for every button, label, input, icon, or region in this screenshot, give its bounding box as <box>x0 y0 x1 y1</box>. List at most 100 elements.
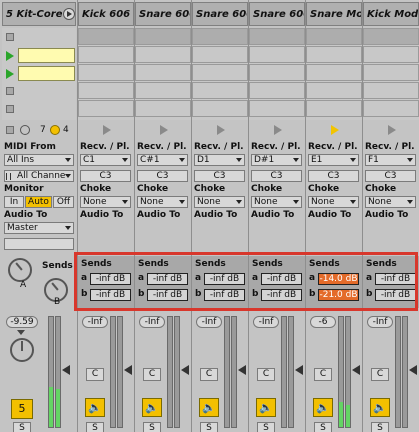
track-play-status-icon[interactable] <box>159 125 168 135</box>
monitor-in-button[interactable]: In <box>4 196 24 208</box>
clip-slot[interactable] <box>249 82 305 99</box>
clip-slot[interactable] <box>249 64 305 81</box>
track-play-status-icon[interactable] <box>387 125 396 135</box>
play-note-field[interactable]: C3 <box>194 170 245 182</box>
speaker-icon[interactable]: 🔈 <box>256 398 276 417</box>
track-header[interactable]: Kick 606 <box>78 2 134 26</box>
clip-slot[interactable] <box>78 100 134 117</box>
clip-slot[interactable] <box>249 100 305 117</box>
audio-to-channel-field[interactable] <box>4 238 74 250</box>
volume-fader-icon[interactable] <box>62 365 70 375</box>
cue-button[interactable]: C <box>86 368 104 381</box>
audio-to-dropdown[interactable]: Master <box>4 222 74 234</box>
track-header[interactable]: Snare Mo <box>306 2 362 26</box>
clip-slot[interactable] <box>363 64 419 81</box>
volume-fader-icon[interactable] <box>352 365 360 375</box>
volume-fader-icon[interactable] <box>124 365 132 375</box>
track-play-status-icon[interactable] <box>102 125 111 135</box>
send-b-value[interactable]: -inf dB <box>204 289 245 301</box>
choke-dropdown[interactable]: None <box>80 196 131 208</box>
volume-fader-icon[interactable] <box>238 365 246 375</box>
choke-dropdown[interactable]: None <box>137 196 188 208</box>
clip-slot[interactable] <box>306 82 362 99</box>
choke-dropdown[interactable]: None <box>365 196 416 208</box>
clip-slot[interactable] <box>78 28 134 45</box>
clip-slot[interactable] <box>192 46 248 63</box>
track-header[interactable]: Snare 606 <box>192 2 248 26</box>
volume-field[interactable]: -Inf <box>367 316 393 328</box>
play-note-field[interactable]: C3 <box>251 170 302 182</box>
recv-note-dropdown[interactable]: F1 <box>365 154 416 166</box>
recv-note-dropdown[interactable]: C1 <box>80 154 131 166</box>
cue-button[interactable]: C <box>143 368 161 381</box>
volume-fader-icon[interactable] <box>409 365 417 375</box>
send-b-value[interactable]: -inf dB <box>90 289 131 301</box>
clip-slot[interactable] <box>306 28 362 45</box>
cue-button[interactable]: C <box>371 368 389 381</box>
clip-slot[interactable] <box>135 64 191 81</box>
midi-channel-dropdown[interactable]: All Channe <box>4 170 74 182</box>
choke-dropdown[interactable]: None <box>194 196 245 208</box>
send-a-value[interactable]: -inf dB <box>204 273 245 285</box>
stop-all-icon[interactable] <box>6 126 14 134</box>
clip-slot[interactable] <box>363 82 419 99</box>
clip-slot[interactable] <box>192 82 248 99</box>
fold-toggle-icon[interactable] <box>63 8 75 20</box>
play-note-field[interactable]: C3 <box>308 170 359 182</box>
speaker-icon[interactable]: 🔈 <box>199 398 219 417</box>
volume-fader-icon[interactable] <box>181 365 189 375</box>
recv-note-dropdown[interactable]: C#1 <box>137 154 188 166</box>
track-play-status-icon[interactable] <box>273 125 282 135</box>
midi-from-dropdown[interactable]: All Ins <box>4 154 74 166</box>
solo-button[interactable]: S <box>257 422 275 432</box>
volume-fader-icon[interactable] <box>295 365 303 375</box>
clip-slot[interactable] <box>192 100 248 117</box>
recv-note-dropdown[interactable]: D1 <box>194 154 245 166</box>
cue-button[interactable]: C <box>314 368 332 381</box>
send-b-value[interactable]: -inf dB <box>261 289 302 301</box>
play-icon[interactable] <box>6 69 14 79</box>
stop-icon[interactable] <box>6 105 14 113</box>
track-play-status-icon[interactable] <box>216 125 225 135</box>
send-a-value[interactable]: -14.0 dB <box>318 273 359 285</box>
clip-slot[interactable] <box>135 28 191 45</box>
speaker-icon[interactable]: 🔈 <box>85 398 105 417</box>
send-b-value[interactable]: -inf dB <box>375 289 416 301</box>
clip-slot[interactable] <box>363 100 419 117</box>
record-icon[interactable] <box>50 125 60 135</box>
clip-slot[interactable] <box>306 100 362 117</box>
track-header[interactable]: Snare 606 <box>135 2 191 26</box>
clip-slot[interactable] <box>78 64 134 81</box>
clip-slot[interactable] <box>135 100 191 117</box>
solo-button[interactable]: S <box>13 422 31 432</box>
send-b-value[interactable]: -inf dB <box>147 289 188 301</box>
cue-button[interactable]: C <box>200 368 218 381</box>
clip-slot[interactable] <box>192 28 248 45</box>
volume-field[interactable]: -Inf <box>196 316 222 328</box>
volume-field[interactable]: -Inf <box>82 316 108 328</box>
send-b-value[interactable]: -21.0 dB <box>318 289 359 301</box>
clip-slot[interactable] <box>192 64 248 81</box>
send-a-value[interactable]: -inf dB <box>90 273 131 285</box>
clip-slot[interactable] <box>78 82 134 99</box>
clip-slot[interactable] <box>135 46 191 63</box>
send-a-value[interactable]: -inf dB <box>261 273 302 285</box>
track-header[interactable]: Snare 606 <box>249 2 305 26</box>
solo-button[interactable]: S <box>200 422 218 432</box>
track-header[interactable]: Kick Mod <box>363 2 419 26</box>
send-a-value[interactable]: -inf dB <box>375 273 416 285</box>
speaker-icon[interactable]: 🔈 <box>313 398 333 417</box>
play-note-field[interactable]: C3 <box>365 170 416 182</box>
solo-button[interactable]: S <box>86 422 104 432</box>
recv-note-dropdown[interactable]: D#1 <box>251 154 302 166</box>
choke-dropdown[interactable]: None <box>251 196 302 208</box>
cue-button[interactable]: C <box>257 368 275 381</box>
speaker-icon[interactable]: 🔈 <box>370 398 390 417</box>
clip-slot[interactable] <box>78 46 134 63</box>
play-note-field[interactable]: C3 <box>137 170 188 182</box>
clip-slot-selected[interactable] <box>18 66 75 81</box>
play-icon[interactable] <box>6 51 14 61</box>
clip-slot[interactable] <box>306 46 362 63</box>
monitor-off-button[interactable]: Off <box>53 196 74 208</box>
volume-field[interactable]: -9.59 <box>6 316 38 328</box>
